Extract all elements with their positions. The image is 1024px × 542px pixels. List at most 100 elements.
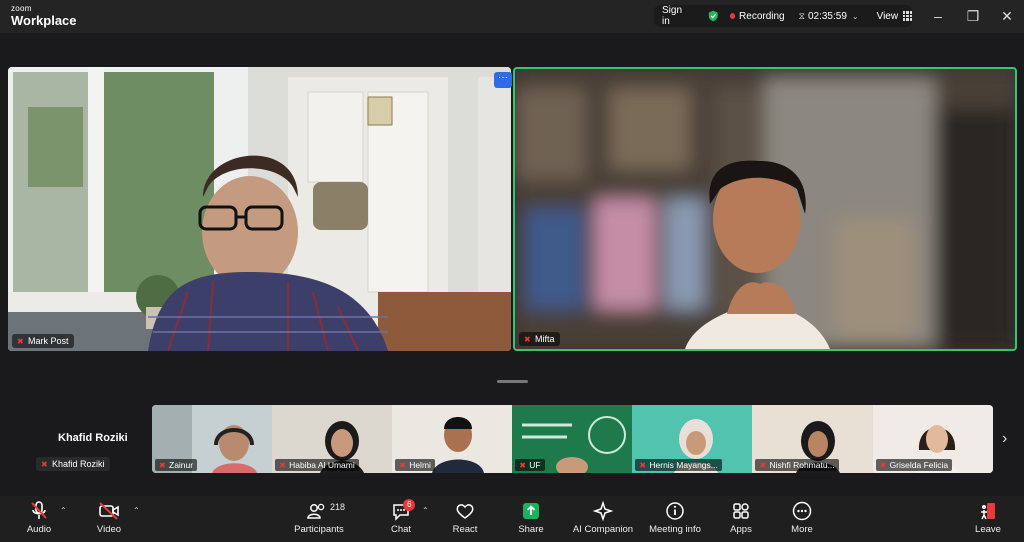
participant-name-tag: ✖ Habiba Al Umami [275,459,359,471]
react-label: React [452,524,478,535]
meeting-toolbar: Audio ⌃ Video ⌃ Participants 218 Chat 6 … [0,496,1024,542]
apps-label: Apps [730,524,752,535]
participant-name-tag: ✖ Zainur [155,459,198,471]
hourglass-icon: ⧖ [798,10,805,21]
participant-name: Helmi [409,460,431,470]
chat-unread-badge: 6 [403,499,416,511]
mic-muted-icon: ✖ [159,460,166,470]
chat-button[interactable]: Chat 6 [388,499,416,535]
sparkle-icon [592,500,614,522]
apps-icon [733,503,749,519]
sign-in-link[interactable]: Sign in [662,5,689,27]
participant-name: UF [529,460,541,470]
meeting-info-label: Meeting info [649,524,701,535]
brand-large: Workplace [11,13,77,28]
participant-thumbnail[interactable]: ✖ Griselda Felicia [872,405,993,473]
mic-muted-icon: ✖ [519,460,526,470]
participant-name: Nishfi Rohmatu... [769,460,835,470]
leave-label: Leave [975,524,1001,535]
close-icon[interactable]: ✕ [999,8,1015,24]
more-options-icon[interactable]: ··· [494,72,512,88]
security-shield-icon[interactable] [707,9,719,23]
self-view-tag-name: Khafid Roziki [52,459,105,469]
brand-small: zoom [11,4,32,13]
audio-button[interactable]: Audio [22,500,56,535]
minimize-icon[interactable]: – [930,8,946,24]
video-off-icon [99,502,119,520]
more-dots-icon [792,501,812,521]
grid-icon[interactable] [903,11,912,21]
meeting-timer: 02:35:59 [807,10,847,22]
participant-name-tag: ✖ Hernis Mayangs... [635,459,722,471]
ai-companion-button[interactable]: AI Companion [572,500,634,535]
apps-button[interactable]: Apps [728,500,754,535]
participant-thumbnail[interactable]: ✖ Habiba Al Umami [272,405,393,473]
participant-name-tag: ✖ UF [515,459,545,471]
video-tile-speaker-2[interactable]: ✖ Mifta [513,67,1017,351]
participant-name-tag: ✖ Helmi [395,459,435,471]
resize-handle[interactable] [497,380,528,383]
chat-label: Chat [390,524,412,535]
view-button[interactable]: View [877,11,899,22]
more-label: More [791,524,813,535]
speaker-1-name: Mark Post [28,336,69,346]
next-page-chevron-icon[interactable]: › [1002,430,1007,448]
title-bar: zoom Workplace Sign in Recording ⧖ 02:35… [0,0,1024,33]
participant-name-tag: ✖ Griselda Felicia [875,459,953,471]
mic-muted-icon: ✖ [41,459,48,469]
participants-count: 218 [330,502,346,512]
speaker-1-video [8,67,511,351]
meeting-status-bar: Sign in Recording ⧖ 02:35:59 ⌄ View [654,5,912,27]
react-button[interactable]: React [451,500,479,535]
participants-icon [307,503,325,519]
mic-muted-icon: ✖ [879,460,887,470]
share-button[interactable]: Share [517,500,545,535]
participant-thumbnail[interactable]: ✖ Hernis Mayangs... [632,405,753,473]
speaker-1-name-tag: ✖ Mark Post [12,334,74,348]
participant-name-tag: ✖ Nishfi Rohmatu... [755,459,839,471]
mic-muted-icon [31,501,47,519]
speaker-2-video [515,69,1015,349]
leave-button[interactable]: Leave [974,500,1002,535]
audio-options-caret-icon[interactable]: ⌃ [60,506,67,515]
mic-muted-icon: ✖ [399,460,406,470]
share-label: Share [518,524,544,535]
leave-door-icon [981,503,995,520]
self-view-name-tag: ✖ Khafid Roziki [36,457,110,471]
app-logo: zoom Workplace [11,4,77,28]
restore-icon[interactable]: ❐ [965,8,981,24]
self-view-name: Khafid Roziki [58,432,128,444]
mic-muted-icon: ✖ [639,460,647,470]
video-tile-speaker-1[interactable]: ✖ Mark Post [8,67,511,351]
speaker-2-name: Mifta [535,334,555,344]
meeting-info-button[interactable]: Meeting info [647,500,703,535]
video-button[interactable]: Video [92,500,126,535]
share-screen-icon [523,503,539,519]
participant-name: Habiba Al Umami [289,460,355,470]
chat-options-caret-icon[interactable]: ⌃ [422,506,429,515]
participant-thumbnail[interactable]: ✖ UF [512,405,633,473]
recording-dot-icon [729,13,736,19]
speaker-2-name-tag: ✖ Mifta [519,332,560,346]
participant-thumbnail[interactable]: ✖ Zainur [152,405,273,473]
recording-label[interactable]: Recording [739,11,785,22]
mic-muted-icon: ✖ [524,334,531,344]
info-icon [666,502,684,520]
video-label: Video [96,524,122,535]
participant-thumbnail[interactable]: ✖ Helmi [392,405,513,473]
heart-icon [456,504,474,519]
participant-thumbnail[interactable]: ✖ Nishfi Rohmatu... [752,405,873,473]
video-options-caret-icon[interactable]: ⌃ [133,506,140,515]
ai-companion-label: AI Companion [572,524,634,535]
more-button[interactable]: More [789,500,815,535]
participant-name: Hernis Mayangs... [649,460,718,470]
participant-name: Zainur [169,460,194,470]
chevron-down-icon[interactable]: ⌄ [852,12,859,21]
audio-label: Audio [26,524,52,535]
participants-label: Participants [294,524,344,535]
mic-muted-icon: ✖ [759,460,767,470]
participant-strip: ✖Zainur ✖Habiba Al Umami ✖Helmi ✖UF [152,405,993,473]
mic-muted-icon: ✖ [279,460,286,470]
mic-muted-icon: ✖ [17,336,24,346]
participant-name: Griselda Felicia [889,460,949,470]
